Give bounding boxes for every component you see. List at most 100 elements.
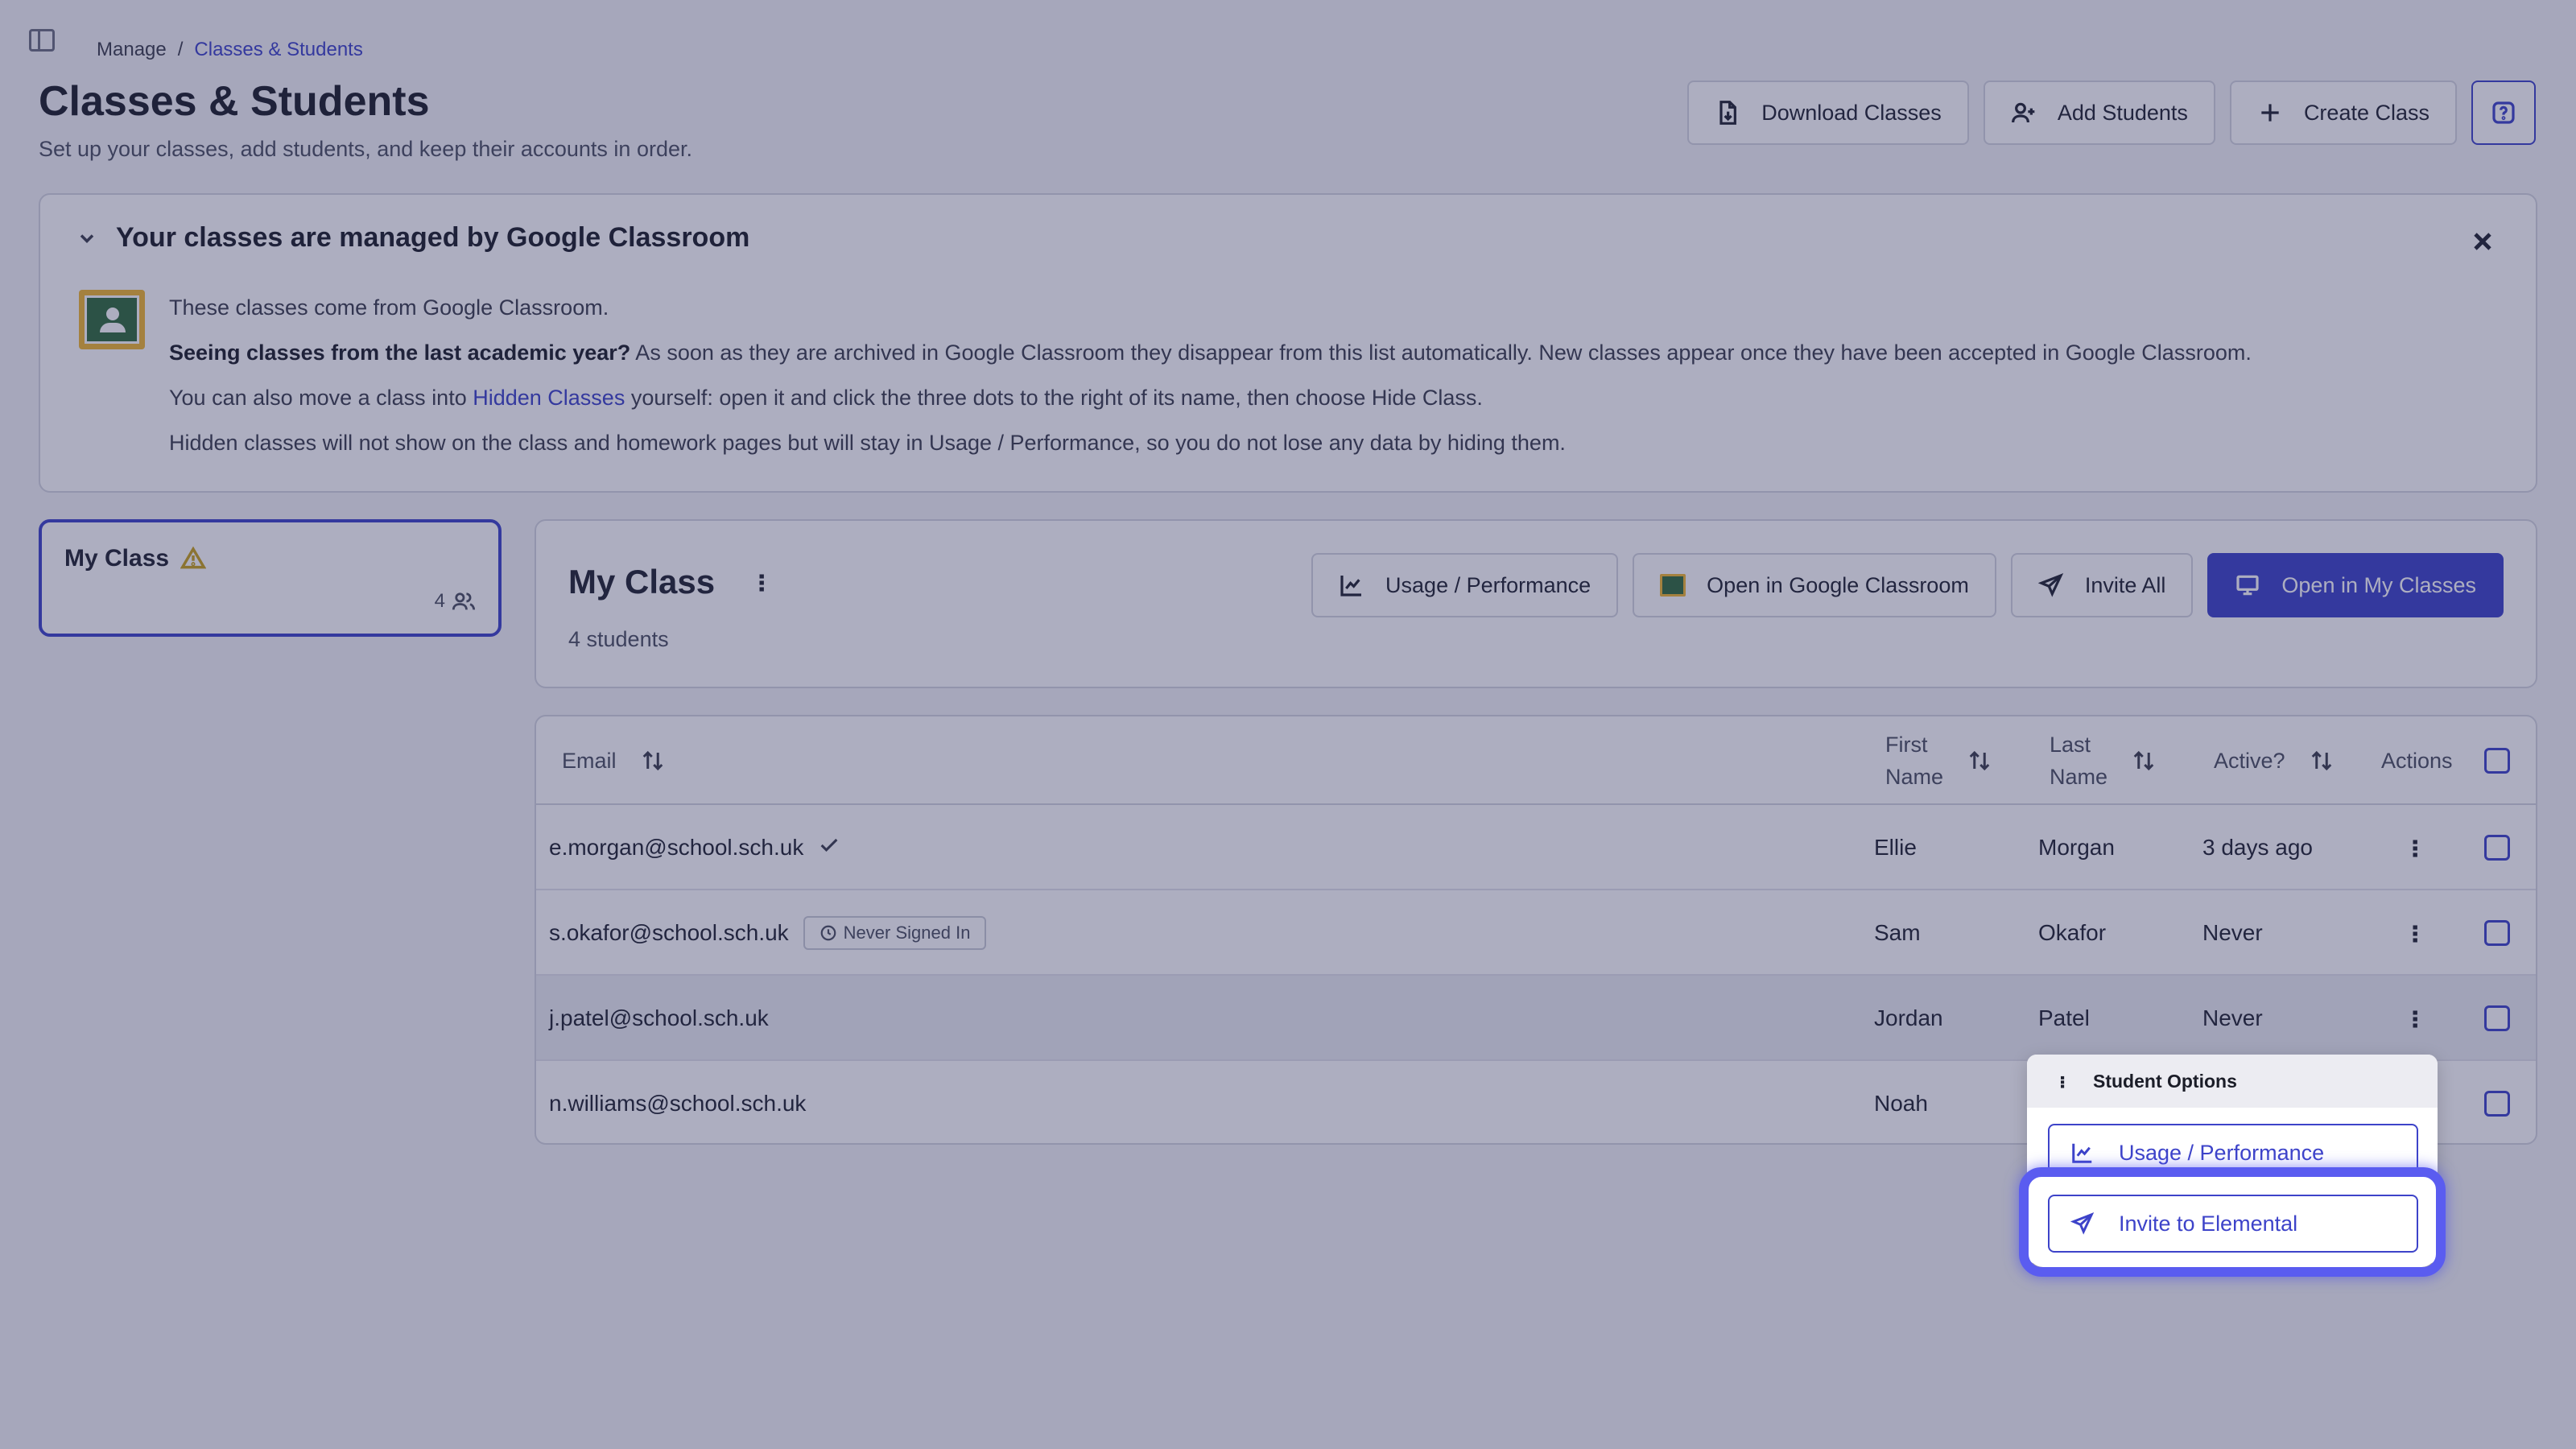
invite-all-label: Invite All <box>2084 572 2166 597</box>
hidden-classes-link[interactable]: Hidden Classes <box>473 386 625 410</box>
class-card-my-class[interactable]: My Class 4 <box>39 519 502 637</box>
check-icon <box>818 834 840 862</box>
row-actions-cell: ··· <box>2399 890 2432 976</box>
column-actions-label: Actions <box>2381 749 2453 773</box>
class-panel-heading: My Class ··· <box>568 563 778 601</box>
help-button[interactable] <box>2471 80 2536 145</box>
notice-line-2-bold: Seeing classes from the last academic ye… <box>169 341 631 365</box>
app-root: Manage / Classes & Students Classes & St… <box>0 0 2576 1449</box>
table-row[interactable]: s.okafor@school.sch.uk Never Signed In S… <box>536 890 2536 976</box>
breadcrumb-current[interactable]: Classes & Students <box>194 39 362 61</box>
class-panel-student-count: 4 students <box>568 627 669 651</box>
usage-performance-label: Usage / Performance <box>1385 572 1591 597</box>
row-actions-kebab-icon[interactable]: ··· <box>2399 1009 2432 1028</box>
column-email-label: Email <box>562 749 617 773</box>
notice-line-3: You can also move a class into Hidden Cl… <box>169 375 2252 420</box>
column-last-name-label: Last Name <box>2050 729 2107 793</box>
never-signed-in-badge: Never Signed In <box>803 916 987 950</box>
warning-icon <box>180 546 207 569</box>
last-name-line-1: Last <box>2050 733 2091 757</box>
download-classes-button[interactable]: Download Classes <box>1687 80 1969 145</box>
sort-icon[interactable] <box>1967 749 1992 773</box>
column-header-email[interactable]: Email <box>562 716 665 805</box>
table-row[interactable]: j.patel@school.sch.uk Jordan Patel Never… <box>536 976 2536 1061</box>
close-notice-button[interactable] <box>2468 227 2497 256</box>
menu-item-invite-to-elemental[interactable]: Invite to Elemental <box>2048 1195 2418 1253</box>
select-all-checkbox[interactable] <box>2484 748 2510 774</box>
select-all-cell <box>2484 716 2510 805</box>
first-name-cell: Noah <box>1874 1091 1928 1116</box>
first-name-cell: Jordan <box>1874 1005 1943 1030</box>
class-options-kebab-icon[interactable]: ··· <box>745 572 778 592</box>
row-checkbox[interactable] <box>2484 920 2510 946</box>
column-header-first-name[interactable]: First Name <box>1885 716 1992 805</box>
breadcrumb-manage[interactable]: Manage <box>97 39 167 61</box>
open-my-classes-button[interactable]: Open in My Classes <box>2207 553 2504 617</box>
line-chart-icon <box>1340 576 1362 597</box>
google-classroom-icon <box>1660 574 1686 597</box>
sidebar-toggle-icon[interactable] <box>29 29 55 52</box>
row-actions-cell: ··· <box>2399 976 2432 1061</box>
column-header-actions: Actions <box>2381 716 2453 805</box>
email-cell: s.okafor@school.sch.uk Never Signed In <box>549 890 987 976</box>
usage-performance-button[interactable]: Usage / Performance <box>1311 553 1619 617</box>
header-actions: Download Classes Add Students Create Cla… <box>1687 80 2536 145</box>
add-students-button[interactable]: Add Students <box>1983 80 2215 145</box>
notice-line-3-post: yourself: open it and click the three do… <box>625 386 1483 410</box>
row-actions-kebab-icon[interactable]: ··· <box>2399 838 2432 857</box>
student-options-title: Student Options <box>2093 1070 2237 1092</box>
column-active-label: Active? <box>2214 749 2285 773</box>
open-google-classroom-button[interactable]: Open in Google Classroom <box>1633 553 1996 617</box>
line-chart-icon <box>2072 1143 2092 1163</box>
column-header-active[interactable]: Active? <box>2214 716 2334 805</box>
open-my-classes-label: Open in My Classes <box>2281 572 2476 597</box>
last-name-cell: Patel <box>2038 1005 2090 1030</box>
table-row[interactable]: e.morgan@school.sch.uk Ellie Morgan 3 da… <box>536 805 2536 890</box>
notice-line-2: Seeing classes from the last academic ye… <box>169 330 2252 375</box>
row-select-cell <box>2484 805 2510 890</box>
row-checkbox[interactable] <box>2484 1005 2510 1031</box>
page-subtitle: Set up your classes, add students, and k… <box>39 137 692 161</box>
invite-all-button[interactable]: Invite All <box>2010 553 2194 617</box>
first-name-line-1: First <box>1885 733 1928 757</box>
send-icon <box>2037 573 2063 597</box>
notice-header[interactable]: Your classes are managed by Google Class… <box>76 222 749 254</box>
active-cell: Never <box>2202 1005 2263 1030</box>
sort-icon[interactable] <box>2132 749 2156 773</box>
sort-icon[interactable] <box>2310 749 2334 773</box>
notice-body: These classes come from Google Classroom… <box>169 285 2252 465</box>
class-card-title: My Class <box>64 545 207 572</box>
row-actions-cell: ··· <box>2399 805 2432 890</box>
send-icon <box>2070 1212 2095 1235</box>
class-card-student-count: 4 <box>435 590 476 613</box>
first-name-line-2: Name <box>1885 765 1944 789</box>
student-email: e.morgan@school.sch.uk <box>549 835 804 860</box>
active-cell: 3 days ago <box>2202 835 2313 860</box>
row-select-cell <box>2484 976 2510 1061</box>
google-classroom-notice: Your classes are managed by Google Class… <box>39 193 2537 493</box>
notice-line-1: These classes come from Google Classroom… <box>169 295 609 320</box>
sort-icon[interactable] <box>641 749 665 773</box>
breadcrumb: Manage / Classes & Students <box>97 39 363 61</box>
class-card-name: My Class <box>64 545 170 572</box>
class-detail-panel: My Class ··· 4 students Usage / Performa… <box>535 519 2537 688</box>
row-checkbox[interactable] <box>2484 835 2510 861</box>
create-class-button[interactable]: Create Class <box>2229 80 2457 145</box>
table-header: Email First Name Last Name Active? Actions <box>536 716 2536 805</box>
email-cell: e.morgan@school.sch.uk <box>549 805 840 890</box>
column-header-last-name[interactable]: Last Name <box>2050 716 2156 805</box>
class-panel-title: My Class <box>568 563 716 601</box>
student-email: j.patel@school.sch.uk <box>549 1005 769 1030</box>
row-checkbox[interactable] <box>2484 1091 2510 1117</box>
email-cell: j.patel@school.sch.uk <box>549 976 769 1061</box>
plus-icon <box>2261 104 2279 122</box>
google-classroom-logo <box>79 290 145 349</box>
menu-invite-label: Invite to Elemental <box>2119 1211 2298 1236</box>
monitor-icon <box>2236 575 2260 596</box>
file-download-icon <box>1719 101 1737 125</box>
kebab-icon: ··· <box>2050 1075 2075 1088</box>
page-title: Classes & Students <box>39 78 430 125</box>
chevron-down-icon[interactable] <box>76 227 98 250</box>
add-students-label: Add Students <box>2057 100 2188 125</box>
row-actions-kebab-icon[interactable]: ··· <box>2399 923 2432 943</box>
